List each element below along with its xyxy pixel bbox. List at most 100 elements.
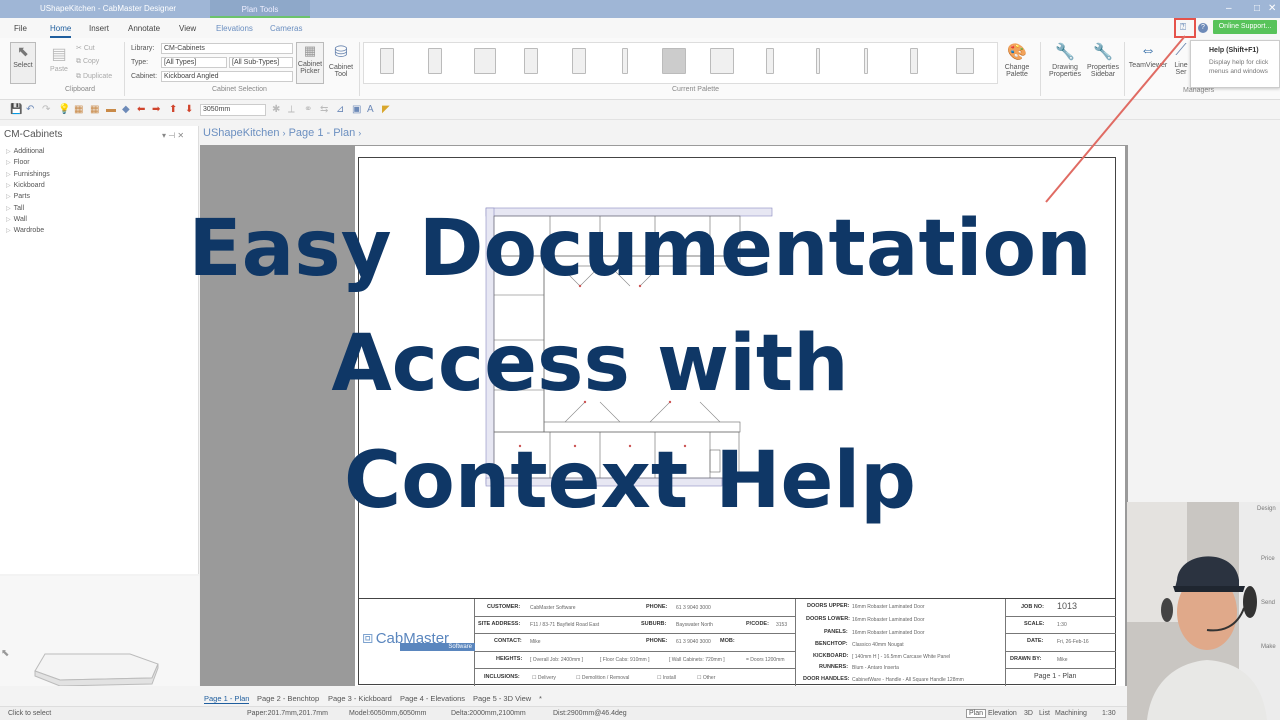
bulb-icon[interactable]: 💡 — [58, 104, 70, 115]
board-icon[interactable]: ▬ — [106, 104, 116, 115]
text-icon[interactable]: A — [367, 104, 374, 115]
copy-button[interactable]: ⧉ Copy — [76, 58, 99, 66]
minimize-icon[interactable]: – — [1226, 3, 1232, 14]
cabinet-tool-button[interactable]: ⛁ Cabinet Tool — [326, 42, 356, 78]
type-select[interactable]: [All Types] — [161, 57, 227, 68]
undo-icon[interactable]: ↶ — [26, 104, 34, 115]
link-icon[interactable]: ⚭ — [304, 104, 312, 115]
menu-view[interactable]: View — [179, 24, 196, 33]
cut-button[interactable]: ✂ Cut — [76, 44, 95, 52]
arrow-up-icon[interactable]: ⬆ — [169, 104, 177, 115]
tree-item-floor[interactable]: ▷ Floor — [6, 159, 30, 166]
library-select[interactable]: CM-Cabinets — [161, 43, 293, 54]
palette-item[interactable] — [474, 48, 496, 74]
palette-item[interactable] — [622, 48, 628, 74]
inclusion-delivery[interactable]: ☐ Delivery — [532, 675, 556, 681]
tab-add-page[interactable]: * — [539, 694, 542, 703]
pin-icon[interactable]: ◤ — [382, 104, 390, 115]
palette-item[interactable] — [816, 48, 820, 74]
title-block-page: Page 1 - Plan — [1034, 673, 1077, 680]
tab-page-4[interactable]: Page 4 - Elevations — [400, 694, 465, 703]
benchtop-label: BENCHTOP: — [815, 641, 848, 647]
online-support-button[interactable]: Online Support... — [1213, 20, 1277, 34]
tab-page-2[interactable]: Page 2 - Benchtop — [257, 694, 319, 703]
maximize-icon[interactable]: □ — [1254, 3, 1260, 14]
palette-item[interactable] — [380, 48, 394, 74]
palette-item[interactable] — [910, 48, 918, 74]
date-value: Fri, 26-Feb-16 — [1057, 639, 1089, 645]
view-list-button[interactable]: List — [1039, 710, 1050, 717]
cabinet-tool-icon: ⛁ — [334, 44, 348, 61]
inclusion-install[interactable]: ☐ Install — [657, 675, 676, 681]
measure-icon[interactable]: ⊿ — [336, 104, 344, 115]
palette-item[interactable] — [710, 48, 734, 74]
menu-insert[interactable]: Insert — [89, 24, 109, 33]
title-block — [358, 598, 1116, 686]
tab-page-1[interactable]: Page 1 - Plan — [204, 694, 250, 704]
palette-item[interactable] — [766, 48, 774, 74]
doors-upper-label: DOORS UPPER: — [807, 603, 850, 609]
palette-item[interactable] — [572, 48, 586, 74]
view-machining-button[interactable]: Machining — [1055, 710, 1087, 717]
redo-icon[interactable]: ↷ — [42, 104, 50, 115]
palette-item[interactable] — [428, 48, 442, 74]
dimension-select[interactable]: 3050mm — [200, 104, 266, 116]
panel-dropdown-icon[interactable]: ▾ ⊣ ✕ — [162, 131, 184, 140]
menu-cameras[interactable]: Cameras — [270, 24, 302, 33]
tree-item-additional[interactable]: ▷ Additional — [6, 148, 44, 155]
cabinet-icon[interactable]: ▦ — [74, 104, 83, 115]
cabinet-tool-label: Cabinet Tool — [328, 64, 354, 78]
tree-item-furnishings[interactable]: ▷ Furnishings — [6, 171, 50, 178]
diamond-icon[interactable]: ◆ — [122, 104, 130, 115]
menu-annotate[interactable]: Annotate — [128, 24, 160, 33]
breadcrumb: UShapeKitchen › Page 1 - Plan › — [203, 127, 361, 139]
arrow-down-icon[interactable]: ⬇ — [185, 104, 193, 115]
palette-item[interactable] — [524, 48, 538, 74]
tree-item-kickboard[interactable]: ▷ Kickboard — [6, 182, 45, 189]
info-icon[interactable]: ? — [1198, 23, 1208, 33]
paste-button[interactable]: ▤ Paste — [48, 44, 70, 73]
rotate-icon[interactable]: ✱ — [272, 104, 280, 115]
copy-label: Copy — [82, 58, 100, 65]
flip-icon[interactable]: ⇆ — [320, 104, 328, 115]
close-icon[interactable]: ✕ — [1268, 3, 1276, 14]
tb-divider — [1005, 616, 1116, 617]
cabinet-selection-group-label: Cabinet Selection — [212, 86, 267, 93]
contact-value: Mike — [530, 639, 541, 645]
inclusion-demolition[interactable]: ☐ Demolition / Removal — [576, 675, 629, 681]
inclusions-label: INCLUSIONS: — [484, 674, 520, 680]
subtype-select[interactable]: [All Sub-Types] — [229, 57, 293, 68]
arrow-left-icon[interactable]: ⬅ — [137, 104, 145, 115]
cabinet-picker-button[interactable]: ▦ Cabinet Picker — [296, 42, 324, 84]
duplicate-button[interactable]: ⧉ Duplicate — [76, 73, 112, 81]
kickboard-value: [ 140mm H ] - 16.5mm Carcase White Panel — [852, 654, 951, 660]
arrow-right-icon[interactable]: ➡ — [152, 104, 160, 115]
tree-item-parts[interactable]: ▷ Parts — [6, 193, 30, 200]
cabinet-select[interactable]: Kickboard Angled — [161, 71, 293, 82]
cube-icon: ⧈ — [362, 627, 374, 647]
inclusion-other[interactable]: ☐ Other — [697, 675, 715, 681]
cursor-icon: ⬉ — [1, 648, 10, 659]
tb-divider — [474, 633, 795, 634]
view-plan-button[interactable]: Plan — [966, 709, 987, 718]
tab-page-3[interactable]: Page 3 - Kickboard — [328, 694, 392, 703]
tab-page-5[interactable]: Page 5 - 3D View — [473, 694, 531, 703]
panel-icon[interactable]: ▦ — [90, 104, 99, 115]
save-icon[interactable]: 💾 — [10, 104, 22, 115]
cut-label: Cut — [83, 45, 95, 52]
align-icon[interactable]: ⟂ — [288, 104, 295, 115]
menu-elevations[interactable]: Elevations — [216, 24, 253, 33]
palette-item[interactable] — [864, 48, 868, 74]
view-3d-button[interactable]: 3D — [1024, 710, 1033, 717]
image-icon[interactable]: ▣ — [352, 104, 361, 115]
view-elevation-button[interactable]: Elevation — [988, 710, 1017, 717]
palette-item[interactable] — [662, 48, 686, 74]
menu-home[interactable]: Home — [50, 24, 72, 38]
select-button[interactable]: ⬉ Select — [10, 42, 36, 84]
breadcrumb-page[interactable]: Page 1 - Plan — [289, 127, 356, 139]
palette-item[interactable] — [956, 48, 974, 74]
menu-file[interactable]: File — [14, 24, 27, 33]
breadcrumb-doc[interactable]: UShapeKitchen — [203, 127, 279, 139]
change-palette-button[interactable]: 🎨 Change Palette — [1000, 42, 1034, 78]
tb-divider — [474, 616, 795, 617]
